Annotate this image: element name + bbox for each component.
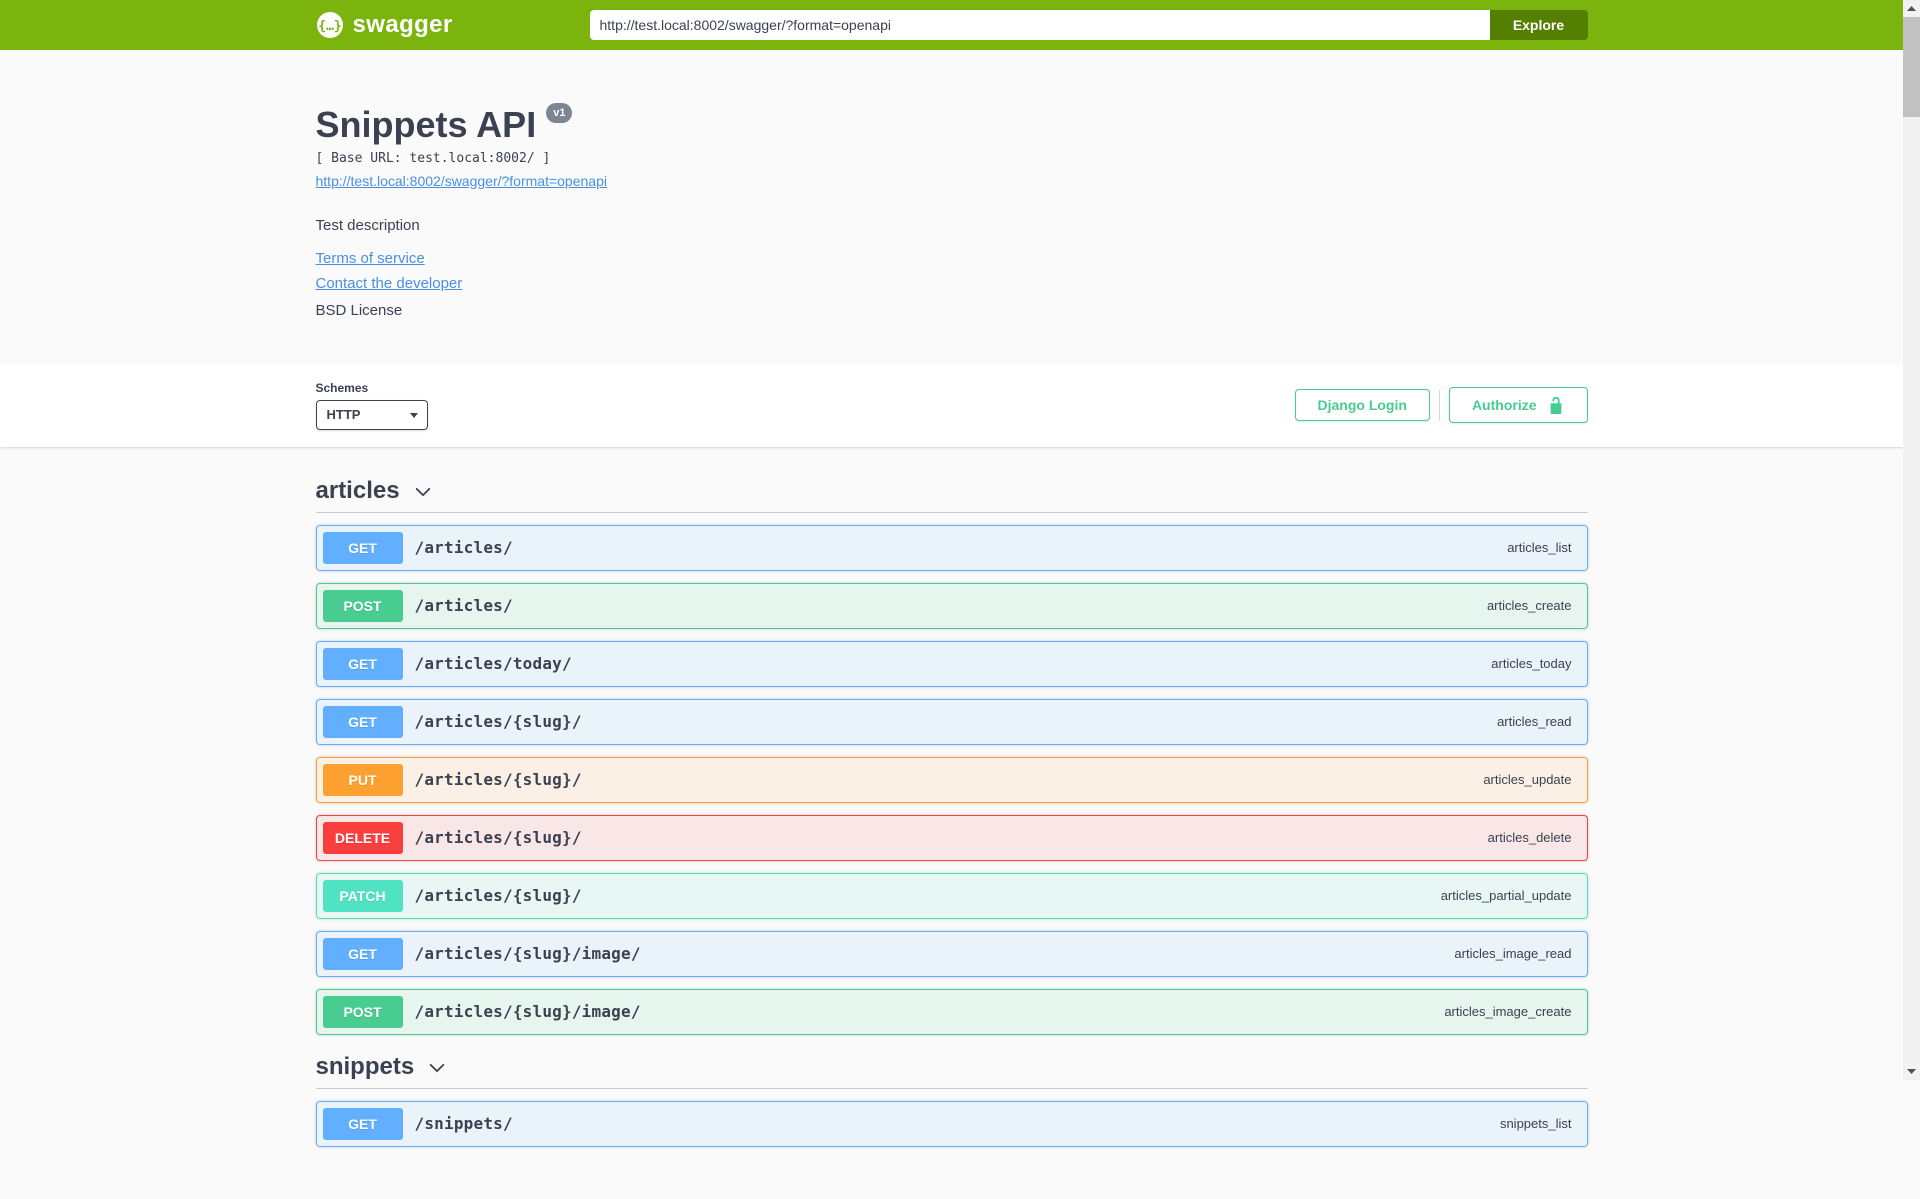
- method-badge: GET: [322, 531, 403, 564]
- api-title-text: Snippets API: [315, 104, 537, 145]
- opblock-articles_delete: DELETE /articles/{slug}/ articles_delete: [315, 814, 1588, 861]
- authorize-label: Authorize: [1471, 397, 1537, 414]
- operation-id: articles_image_read: [1454, 946, 1572, 962]
- django-login-label: Django Login: [1317, 397, 1407, 414]
- operation-id: articles_update: [1483, 772, 1572, 788]
- operation-path: /articles/{slug}/image/: [414, 1002, 641, 1022]
- tag-header-articles[interactable]: articles: [315, 476, 1588, 513]
- schemes-label: Schemes: [315, 380, 369, 395]
- operation-path: /articles/: [414, 538, 513, 558]
- opblock-articles_image_read: GET /articles/{slug}/image/ articles_ima…: [315, 930, 1588, 977]
- django-login-button[interactable]: Django Login: [1294, 389, 1430, 422]
- scroll-up-icon: [1907, 6, 1916, 11]
- method-badge: GET: [322, 647, 403, 680]
- swagger-page: {…} swagger Explore Snippets API v1 [ Ba…: [0, 0, 1903, 1199]
- operation-path: /articles/{slug}/: [414, 828, 582, 848]
- operation-path: /articles/{slug}/: [414, 770, 582, 790]
- scroll-down-button[interactable]: [1903, 1063, 1920, 1080]
- spec-link[interactable]: http://test.local:8002/swagger/?format=o…: [316, 173, 607, 189]
- info-links: Terms of service Contact the developer: [316, 249, 1588, 294]
- opblock-articles_update: PUT /articles/{slug}/ articles_update: [315, 756, 1588, 803]
- operation-summary[interactable]: GET /articles/{slug}/ articles_read: [317, 700, 1587, 744]
- tag-title: snippets: [315, 1052, 415, 1080]
- operation-summary[interactable]: DELETE /articles/{slug}/ articles_delete: [317, 816, 1587, 860]
- operation-id: articles_create: [1486, 598, 1572, 614]
- method-badge: GET: [322, 1107, 403, 1140]
- operation-id: snippets_list: [1499, 1116, 1572, 1132]
- api-sections: articles GET /articles/ articles_list PO…: [315, 447, 1588, 1199]
- swagger-logo[interactable]: {…} swagger: [316, 11, 453, 39]
- method-badge: GET: [322, 937, 403, 970]
- scroll-thumb[interactable]: [1903, 17, 1920, 117]
- svg-text:{…}: {…}: [318, 19, 341, 34]
- scroll-down-icon: [1907, 1069, 1916, 1074]
- operation-summary[interactable]: PATCH /articles/{slug}/ articles_partial…: [317, 874, 1587, 918]
- method-badge: POST: [322, 589, 403, 622]
- operation-summary[interactable]: GET /articles/ articles_list: [317, 526, 1587, 570]
- spec-url-input[interactable]: [589, 10, 1490, 40]
- opblock-articles_create: POST /articles/ articles_create: [315, 582, 1588, 629]
- operation-summary[interactable]: GET /articles/today/ articles_today: [317, 642, 1587, 686]
- chevron-down-icon: [429, 1064, 445, 1073]
- scroll-up-button[interactable]: [1903, 0, 1920, 17]
- operation-summary[interactable]: POST /articles/ articles_create: [317, 584, 1587, 628]
- opblock-articles_list: GET /articles/ articles_list: [315, 524, 1588, 571]
- tag-section: snippets GET /snippets/ snippets_list: [315, 1052, 1588, 1147]
- method-badge: DELETE: [322, 821, 403, 854]
- information-container: Snippets API v1 [ Base URL: test.local:8…: [316, 50, 1588, 364]
- operation-id: articles_image_create: [1444, 1004, 1572, 1020]
- opblock-articles_image_create: POST /articles/{slug}/image/ articles_im…: [315, 988, 1588, 1035]
- schemes-select[interactable]: HTTP: [315, 399, 428, 430]
- operation-path: /articles/{slug}/: [414, 886, 582, 906]
- method-badge: GET: [322, 705, 403, 738]
- chevron-down-icon: [415, 488, 430, 497]
- schemes-group: Schemes HTTP: [315, 380, 428, 430]
- operation-path: /snippets/: [414, 1114, 513, 1134]
- opblock-snippets_list: GET /snippets/ snippets_list: [315, 1100, 1588, 1147]
- tag-section: articles GET /articles/ articles_list PO…: [315, 476, 1588, 1035]
- operation-summary[interactable]: PUT /articles/{slug}/ articles_update: [317, 758, 1587, 802]
- operation-id: articles_list: [1507, 540, 1572, 556]
- base-url: [ Base URL: test.local:8002/ ]: [315, 150, 551, 166]
- api-description: Test description: [315, 216, 420, 234]
- spec-url-form: Explore: [589, 10, 1588, 40]
- operation-path: /articles/{slug}/image/: [414, 944, 641, 964]
- unlock-icon: [1550, 396, 1561, 415]
- swagger-logo-icon: {…}: [316, 12, 343, 38]
- operations-list: GET /snippets/ snippets_list: [315, 1100, 1588, 1147]
- method-badge: POST: [322, 995, 403, 1028]
- operation-id: articles_delete: [1487, 830, 1572, 846]
- license-text: BSD License: [315, 301, 403, 319]
- brand-title: swagger: [352, 11, 453, 38]
- terms-of-service-link[interactable]: Terms of service: [316, 249, 425, 269]
- page-title: Snippets API v1: [315, 103, 1588, 145]
- operation-summary[interactable]: GET /snippets/ snippets_list: [317, 1102, 1587, 1146]
- operation-id: articles_partial_update: [1440, 888, 1572, 904]
- auth-wrapper: Django Login Authorize: [1294, 387, 1588, 424]
- opblock-articles_partial_update: PATCH /articles/{slug}/ articles_partial…: [315, 872, 1588, 919]
- operation-summary[interactable]: POST /articles/{slug}/image/ articles_im…: [317, 990, 1587, 1034]
- auth-divider: [1438, 389, 1440, 421]
- operation-id: articles_today: [1491, 656, 1572, 672]
- authorize-button[interactable]: Authorize: [1448, 387, 1588, 424]
- scheme-container: Schemes HTTP Django Login Authorize: [0, 363, 1903, 447]
- operation-path: /articles/{slug}/: [414, 712, 582, 732]
- topbar: {…} swagger Explore: [0, 0, 1903, 50]
- contact-developer-link[interactable]: Contact the developer: [316, 274, 463, 294]
- operation-id: articles_read: [1497, 714, 1572, 730]
- tag-header-snippets[interactable]: snippets: [315, 1052, 1588, 1089]
- scrollbar[interactable]: [1903, 0, 1920, 1080]
- operation-summary[interactable]: GET /articles/{slug}/image/ articles_ima…: [317, 932, 1587, 976]
- method-badge: PATCH: [322, 879, 403, 912]
- version-badge: v1: [546, 103, 573, 124]
- method-badge: PUT: [322, 763, 403, 796]
- tag-title: articles: [315, 476, 400, 504]
- operation-path: /articles/today/: [414, 654, 572, 674]
- opblock-articles_today: GET /articles/today/ articles_today: [315, 640, 1588, 687]
- explore-button[interactable]: Explore: [1489, 10, 1588, 40]
- operation-path: /articles/: [414, 596, 513, 616]
- opblock-articles_read: GET /articles/{slug}/ articles_read: [315, 698, 1588, 745]
- operations-list: GET /articles/ articles_list POST /artic…: [315, 524, 1588, 1035]
